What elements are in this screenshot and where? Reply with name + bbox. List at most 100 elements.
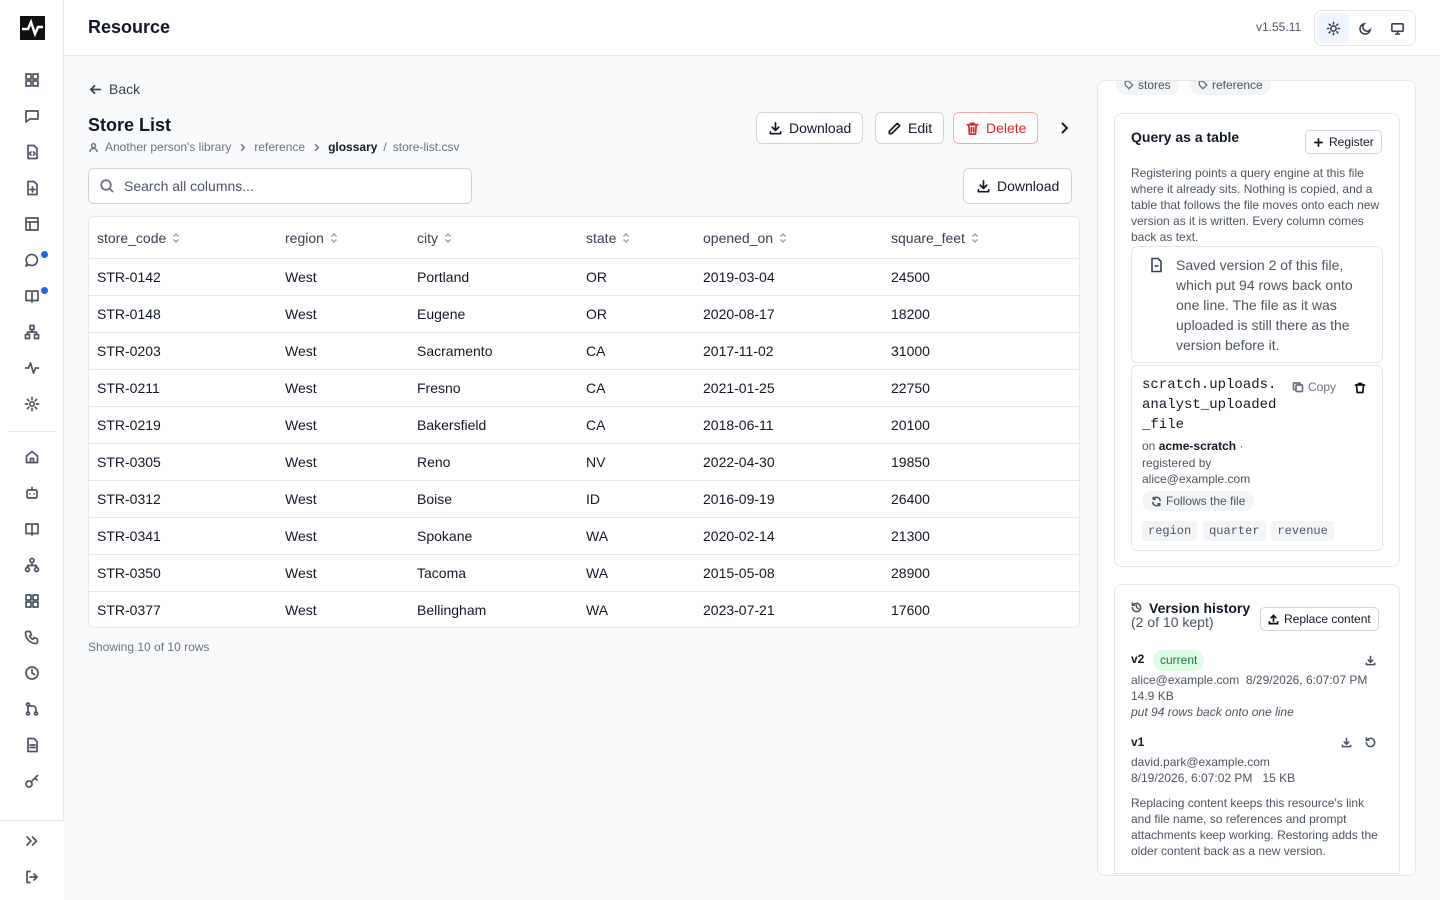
key-icon[interactable] [0, 763, 64, 799]
sun-icon[interactable] [1317, 13, 1349, 43]
apps-icon[interactable] [0, 583, 64, 619]
table-cell: STR-0219 [97, 417, 161, 433]
branch-icon[interactable] [0, 691, 64, 727]
search-input[interactable] [124, 178, 454, 194]
edit-label: Edit [908, 120, 933, 136]
table-cell: CA [586, 380, 606, 396]
version-user: david.park@example.com [1131, 755, 1270, 769]
expand-icon[interactable] [0, 823, 64, 859]
chat-icon[interactable] [0, 98, 64, 134]
crumb-current[interactable]: glossary [328, 140, 377, 154]
crumb-folder[interactable]: reference [254, 140, 305, 154]
home-icon[interactable] [0, 439, 64, 475]
phone-icon[interactable] [0, 619, 64, 655]
table-cell: West [285, 269, 317, 285]
hierarchy-icon[interactable] [0, 314, 64, 350]
column-header[interactable]: region [285, 217, 338, 258]
robot-icon[interactable] [0, 475, 64, 511]
details-panel: stores reference Query as a table Regist… [1097, 80, 1416, 876]
tag-icon [1198, 81, 1208, 90]
moon-icon[interactable] [1349, 13, 1381, 43]
table-row: STR-0203 West Sacramento CA 2017-11-02 31000 [89, 333, 1079, 370]
trash-icon [966, 122, 979, 135]
code-file-icon[interactable] [0, 134, 64, 170]
book-icon[interactable] [0, 511, 64, 547]
table-cell: ID [586, 491, 600, 507]
table-cell: 2022-04-30 [703, 454, 775, 470]
copy-button[interactable]: Copy [1292, 380, 1336, 394]
activity-icon[interactable] [0, 350, 64, 386]
current-badge: current [1153, 650, 1205, 671]
table-cell: Boise [417, 491, 453, 507]
table-cell: 2015-05-08 [703, 565, 775, 581]
table-row: STR-0219 West Bakersfield CA 2018-06-11 20100 [89, 407, 1079, 444]
follows-label: Follows the file [1166, 494, 1246, 508]
tag-chip[interactable]: stores [1116, 81, 1179, 95]
table-icon[interactable] [0, 206, 64, 242]
column-header[interactable]: opened_on [703, 217, 787, 258]
column-header[interactable]: store_code [97, 217, 180, 258]
replace-label: Replace content [1284, 612, 1371, 626]
sidebar [0, 0, 64, 900]
follows-badge: Follows the file [1142, 491, 1255, 511]
chat-bubble-icon[interactable] [0, 242, 64, 278]
plus-icon [1314, 137, 1323, 147]
column-header-label: city [417, 229, 438, 246]
column-header[interactable]: square_feet [891, 217, 979, 258]
logout-icon[interactable] [0, 859, 64, 895]
table-cell: Eugene [417, 306, 466, 322]
table-cell: Tacoma [417, 565, 467, 581]
table-cell: 28900 [891, 565, 930, 581]
clock-icon[interactable] [0, 655, 64, 691]
version-label: v1 [1131, 735, 1145, 749]
table-cell: 2021-01-25 [703, 380, 775, 396]
table-cell: West [285, 343, 317, 359]
table-cell: West [285, 417, 317, 433]
table-cell: Bellingham [417, 602, 487, 618]
replace-content-button[interactable]: Replace content [1260, 607, 1379, 631]
column-header-label: store_code [97, 229, 167, 246]
app-logo[interactable] [20, 16, 45, 40]
tag-chip[interactable]: reference [1190, 81, 1271, 95]
back-link[interactable]: Back [88, 81, 140, 97]
history-footnote: Replacing content keeps this resource's … [1131, 796, 1378, 858]
table-row: STR-0350 West Tacoma WA 2015-05-08 28900 [89, 555, 1079, 592]
table-cell: Sacramento [417, 343, 493, 359]
table-cell: 2018-06-11 [703, 417, 774, 433]
monitor-icon[interactable] [1381, 13, 1413, 43]
download-button[interactable]: Download [756, 112, 864, 144]
chevron-right-icon [314, 143, 320, 151]
trash-icon[interactable] [1354, 382, 1366, 394]
table-row: STR-0312 West Boise ID 2016-09-19 26400 [89, 481, 1079, 518]
table-cell: 2016-09-19 [703, 491, 775, 507]
notice-text: Saved version 2 of this file, which put … [1176, 257, 1353, 353]
breadcrumb: Another person's library reference gloss… [88, 140, 459, 154]
register-button[interactable]: Register [1305, 130, 1382, 154]
download-icon[interactable] [1365, 655, 1376, 666]
crumb-library[interactable]: Another person's library [105, 140, 231, 154]
sort-icon [971, 232, 978, 243]
column-header[interactable]: city [417, 217, 452, 258]
sort-icon [444, 232, 452, 243]
sidebar-divider [8, 431, 56, 432]
book-open-icon[interactable] [0, 278, 64, 314]
query-title: Query as a table [1131, 129, 1240, 145]
edit-button[interactable]: Edit [875, 112, 945, 144]
app-version: v1.55.11 [1256, 20, 1302, 34]
column-header[interactable]: state [586, 217, 630, 258]
chevron-right-icon[interactable] [1056, 120, 1072, 136]
file-plus-icon[interactable] [0, 170, 64, 206]
theme-switcher [1314, 10, 1416, 46]
crumb-file: store-list.csv [392, 140, 460, 154]
org-chart-icon[interactable] [0, 547, 64, 583]
delete-button[interactable]: Delete [953, 112, 1039, 144]
table-row: STR-0148 West Eugene OR 2020-08-17 18200 [89, 296, 1079, 333]
table-download-button[interactable]: Download [963, 168, 1073, 204]
document-icon[interactable] [0, 727, 64, 763]
grid-icon[interactable] [0, 62, 64, 98]
download-icon[interactable] [1341, 737, 1352, 748]
settings-icon[interactable] [0, 386, 64, 422]
table-cell: WA [586, 528, 609, 544]
restore-icon[interactable] [1365, 737, 1376, 748]
table-cell: 26400 [891, 491, 930, 507]
